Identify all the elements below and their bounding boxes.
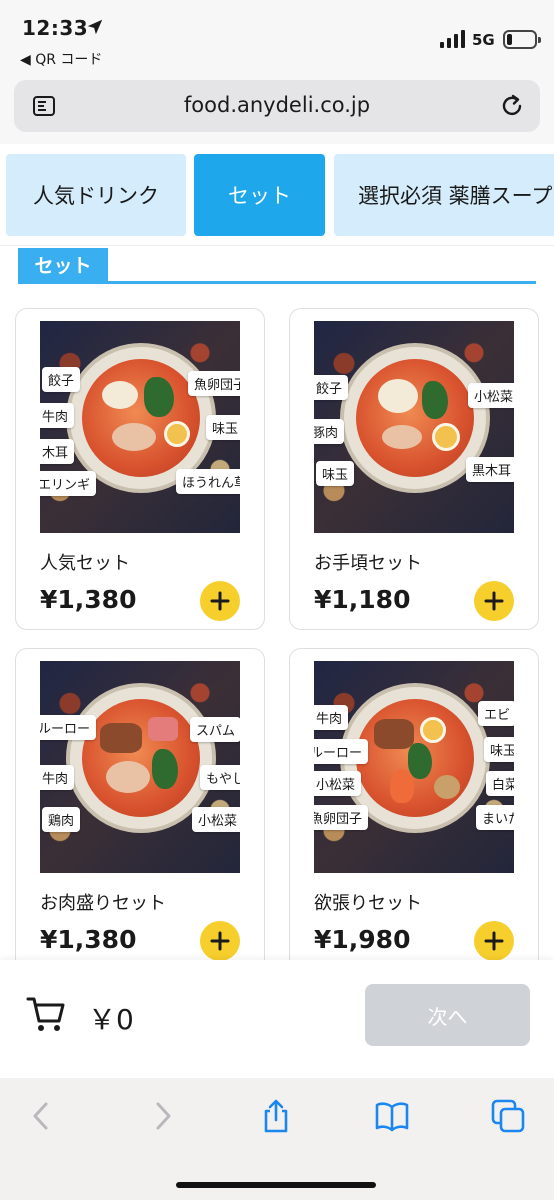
ingredient-tag: 小松菜 [192,807,240,832]
ingredient-tag: 牛肉 [314,705,349,730]
ingredient-tag: 豚肉 [314,419,345,444]
ingredient-tag: スパム [190,717,240,742]
next-button[interactable]: 次へ [365,984,530,1046]
ingredient-tag: エリンギ [40,471,97,496]
product-photo: 餃子 豚肉 味玉 小松菜 黒木耳 [314,321,514,533]
product-card[interactable]: 餃子 牛肉 木耳 エリンギ 魚卵団子 味玉 ほうれん草 人気セット ¥1,380 [15,308,265,630]
ingredient-tag: 味玉 [206,415,240,440]
category-tabs: 人気ドリンク セット 選択必須 薬膳スープ [0,144,554,246]
ingredient-tag: 小松菜 [468,383,514,408]
ingredient-tag: 木耳 [40,439,75,464]
ingredient-tag: 味玉 [484,737,514,762]
section-title: セット [18,248,108,281]
tab-set[interactable]: セット [194,154,325,236]
product-name: お手頃セット [314,553,422,574]
ingredient-tag: 鶏肉 [42,807,81,832]
plus-icon [210,591,230,611]
status-bar: 12:33 ◀ QR コード 5G [0,0,554,74]
product-price: ¥1,380 [40,925,137,954]
product-name: 欲張りセット [314,893,422,914]
cellular-signal-icon [440,30,465,48]
forward-arrow-icon[interactable] [144,1098,180,1134]
product-card[interactable]: 牛肉 ルーロー 小松菜 魚卵団子 エビ 味玉 白菜 まいたけ 欲張りセット ¥1… [289,648,539,970]
ingredient-tag: 牛肉 [40,765,75,790]
cart-total: ￥0 [88,1003,134,1036]
reload-icon[interactable] [498,92,526,120]
address-bar[interactable]: food.anydeli.co.jp [14,80,540,132]
tab-popular-drinks[interactable]: 人気ドリンク [6,154,186,236]
location-arrow-icon [87,19,103,35]
add-to-cart-button[interactable] [474,921,514,961]
home-indicator [176,1182,376,1188]
product-price: ¥1,380 [40,585,137,614]
back-arrow-icon[interactable] [24,1098,60,1134]
tab-medicinal-soup[interactable]: 選択必須 薬膳スープ [334,154,554,236]
plus-icon [210,931,230,951]
section-divider [18,281,536,284]
bookmarks-icon[interactable] [374,1098,410,1134]
ingredient-tag: ルーロー [40,715,97,740]
ingredient-tag: もやし [200,765,240,790]
status-time: 12:33 [22,16,89,40]
share-icon[interactable] [258,1098,294,1134]
ingredient-tag: ルーロー [314,739,369,764]
browser-address-area: food.anydeli.co.jp [0,74,554,144]
product-price: ¥1,180 [314,585,411,614]
ingredient-tag: ほうれん草 [176,469,240,494]
ingredient-tag: 餃子 [42,367,81,392]
product-name: お肉盛りセット [40,893,166,914]
product-photo: 餃子 牛肉 木耳 エリンギ 魚卵団子 味玉 ほうれん草 [40,321,240,533]
url-text[interactable]: food.anydeli.co.jp [14,93,540,117]
product-photo: ルーロー 牛肉 鶏肉 スパム もやし 小松菜 [40,661,240,873]
ingredient-tag: 牛肉 [40,403,75,428]
battery-level-fill [507,34,512,45]
browser-toolbar [0,1078,554,1200]
cart-icon[interactable] [26,994,66,1034]
product-card[interactable]: ルーロー 牛肉 鶏肉 スパム もやし 小松菜 お肉盛りセット ¥1,380 [15,648,265,970]
product-name: 人気セット [40,553,130,574]
ingredient-tag: 魚卵団子 [188,371,240,396]
add-to-cart-button[interactable] [200,921,240,961]
back-to-app-link[interactable]: ◀ QR コード [20,49,102,69]
add-to-cart-button[interactable] [200,581,240,621]
section-header: セット [18,248,536,284]
ingredient-tag: 黒木耳 [466,457,514,482]
tabs-icon[interactable] [490,1098,526,1134]
plus-icon [484,931,504,951]
ingredient-tag: エビ [478,701,514,726]
ingredient-tag: 味玉 [316,461,355,486]
ingredient-tag: まいたけ [476,805,514,830]
product-price: ¥1,980 [314,925,411,954]
ingredient-tag: 餃子 [314,375,349,400]
cart-bar: ￥0 次へ [0,960,554,1078]
ingredient-tag: 白菜 [486,771,514,796]
battery-icon [503,30,541,49]
ingredient-tag: 魚卵団子 [314,805,369,830]
plus-icon [484,591,504,611]
product-card[interactable]: 餃子 豚肉 味玉 小松菜 黒木耳 お手頃セット ¥1,180 [289,308,539,630]
add-to-cart-button[interactable] [474,581,514,621]
network-type: 5G [472,31,495,49]
product-photo: 牛肉 ルーロー 小松菜 魚卵団子 エビ 味玉 白菜 まいたけ [314,661,514,873]
ingredient-tag: 小松菜 [314,771,362,796]
